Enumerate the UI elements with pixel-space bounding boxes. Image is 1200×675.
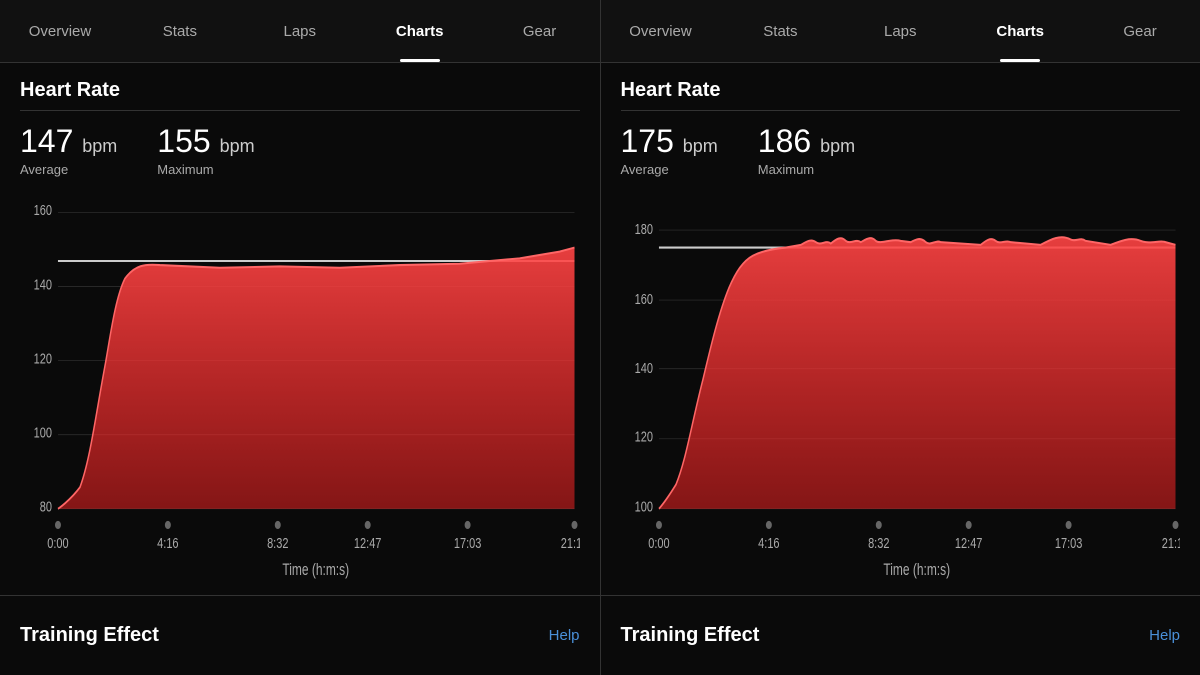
svg-text:80: 80 <box>40 498 52 515</box>
left-chart: 160 140 120 100 80 <box>20 191 580 595</box>
left-stat-maximum: 155 bpm Maximum <box>157 123 254 177</box>
svg-text:120: 120 <box>34 350 52 367</box>
tab-stats-left[interactable]: Stats <box>120 0 240 62</box>
nav-panel-left: Overview Stats Laps Charts Gear <box>0 0 600 62</box>
bottom-section: Training Effect Help Training Effect Hel… <box>0 595 1200 675</box>
left-chart-svg: 160 140 120 100 80 <box>20 191 580 595</box>
left-hr-divider <box>20 110 580 111</box>
left-max-value: 155 bpm <box>157 123 254 160</box>
bottom-right-panel: Training Effect Help <box>601 596 1200 675</box>
tab-charts-left[interactable]: Charts <box>360 0 480 62</box>
svg-text:8:32: 8:32 <box>267 534 288 551</box>
tab-laps-right[interactable]: Laps <box>840 0 960 62</box>
tab-laps-left[interactable]: Laps <box>240 0 360 62</box>
svg-text:120: 120 <box>634 428 652 445</box>
left-panel: Heart Rate 147 bpm Average 155 bpm Maxim… <box>0 63 600 595</box>
right-stats-row: 175 bpm Average 186 bpm Maximum <box>621 123 1181 177</box>
svg-text:17:03: 17:03 <box>1054 534 1081 551</box>
svg-text:21:19: 21:19 <box>1161 534 1180 551</box>
left-avg-value: 147 bpm <box>20 123 117 160</box>
bottom-left-panel: Training Effect Help <box>0 596 600 675</box>
right-chart-svg: 180 160 140 120 100 <box>621 191 1181 595</box>
right-stat-average: 175 bpm Average <box>621 123 718 177</box>
right-chart: 180 160 140 120 100 <box>621 191 1181 595</box>
right-help-link[interactable]: Help <box>1149 627 1180 644</box>
svg-text:21:19: 21:19 <box>561 534 580 551</box>
svg-text:12:47: 12:47 <box>354 534 381 551</box>
svg-text:Time (h:m:s): Time (h:m:s) <box>883 561 950 579</box>
left-section-title: Heart Rate <box>20 79 580 102</box>
left-avg-label: Average <box>20 162 117 177</box>
svg-text:180: 180 <box>634 220 652 237</box>
right-hr-divider <box>621 110 1181 111</box>
tab-overview-right[interactable]: Overview <box>601 0 721 62</box>
left-training-effect-title: Training Effect <box>20 624 159 647</box>
svg-text:8:32: 8:32 <box>868 534 889 551</box>
tab-charts-right[interactable]: Charts <box>960 0 1080 62</box>
svg-text:100: 100 <box>634 498 652 515</box>
nav-panel-right: Overview Stats Laps Charts Gear <box>601 0 1200 62</box>
svg-text:0:00: 0:00 <box>47 534 68 551</box>
left-stats-row: 147 bpm Average 155 bpm Maximum <box>20 123 580 177</box>
svg-text:160: 160 <box>634 290 652 307</box>
right-training-effect-title: Training Effect <box>621 624 760 647</box>
left-max-label: Maximum <box>157 162 254 177</box>
svg-text:Time (h:m:s): Time (h:m:s) <box>282 561 349 579</box>
right-panel: Heart Rate 175 bpm Average 186 bpm Maxim… <box>601 63 1200 595</box>
svg-text:140: 140 <box>34 276 52 293</box>
tab-overview-left[interactable]: Overview <box>0 0 120 62</box>
right-section-title: Heart Rate <box>621 79 1181 102</box>
svg-text:12:47: 12:47 <box>954 534 981 551</box>
left-stat-average: 147 bpm Average <box>20 123 117 177</box>
right-stat-maximum: 186 bpm Maximum <box>758 123 855 177</box>
svg-text:140: 140 <box>634 359 652 376</box>
tab-stats-right[interactable]: Stats <box>720 0 840 62</box>
right-avg-label: Average <box>621 162 718 177</box>
nav-tabs: Overview Stats Laps Charts Gear Overview… <box>0 0 1200 63</box>
main-content: Heart Rate 147 bpm Average 155 bpm Maxim… <box>0 63 1200 595</box>
svg-text:4:16: 4:16 <box>157 534 178 551</box>
svg-text:100: 100 <box>34 424 52 441</box>
right-avg-value: 175 bpm <box>621 123 718 160</box>
svg-text:4:16: 4:16 <box>758 534 779 551</box>
tab-gear-right[interactable]: Gear <box>1080 0 1200 62</box>
svg-text:160: 160 <box>34 202 52 219</box>
tab-gear-left[interactable]: Gear <box>480 0 600 62</box>
left-help-link[interactable]: Help <box>549 627 580 644</box>
svg-text:0:00: 0:00 <box>648 534 669 551</box>
right-max-label: Maximum <box>758 162 855 177</box>
right-max-value: 186 bpm <box>758 123 855 160</box>
svg-text:17:03: 17:03 <box>454 534 481 551</box>
